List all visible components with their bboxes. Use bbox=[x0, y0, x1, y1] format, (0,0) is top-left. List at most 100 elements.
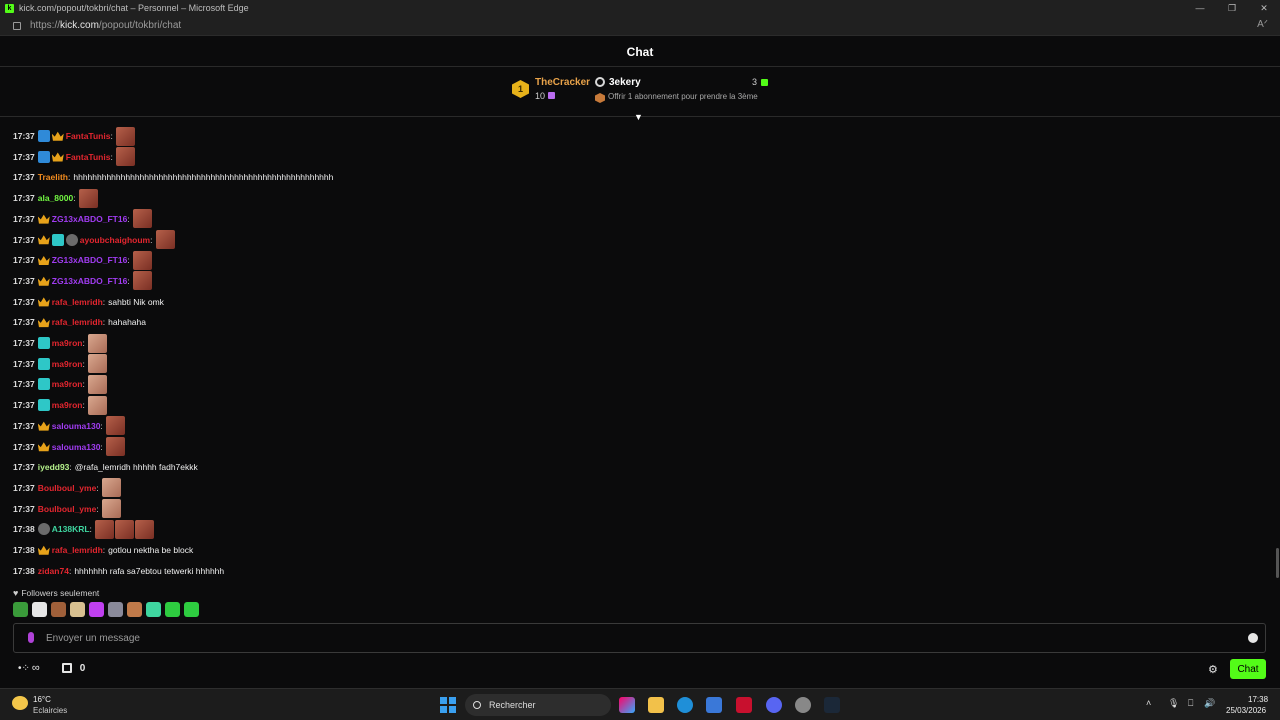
og-badge-icon[interactable] bbox=[37, 337, 50, 349]
kick-drops-icon[interactable]: •⁘ bbox=[18, 663, 30, 674]
quick-emote[interactable] bbox=[108, 602, 123, 617]
message-username[interactable]: rafa_lemridh bbox=[52, 317, 103, 327]
chat-message[interactable]: 17:37 ayoubchaighoum: bbox=[13, 230, 176, 250]
emoji-icon[interactable] bbox=[1248, 633, 1258, 643]
steam-icon[interactable] bbox=[824, 697, 840, 713]
clock-time[interactable]: 17:38 bbox=[1248, 695, 1268, 704]
address-bar[interactable]: https://kick.com/popout/tokbri/chat Aᐟ bbox=[0, 16, 1280, 36]
chat-message[interactable]: 17:38 zidan74: hhhhhhh rafa sa7ebtou tetwe… bbox=[13, 561, 224, 581]
crown-badge-icon[interactable] bbox=[37, 255, 50, 265]
chat-message-list[interactable]: 17:37 FantaTunis:17:37 FantaTunis:17:37 Tra… bbox=[0, 124, 1280, 584]
emote-image[interactable] bbox=[78, 188, 98, 208]
message-username[interactable]: Boulboul_yme bbox=[38, 483, 97, 493]
send-chat-button[interactable]: Chat bbox=[1230, 659, 1266, 679]
mic-icon[interactable] bbox=[28, 632, 34, 643]
chat-message[interactable]: 17:37 Traelith: hhhhhhhhhhhhhhhhhhhhhhhhhh… bbox=[13, 167, 333, 187]
message-username[interactable]: A138KRL bbox=[52, 524, 90, 534]
chat-message[interactable]: 17:37 iyedd93: @rafa_lemridh hhhhh fadh7ek… bbox=[13, 457, 198, 477]
chat-message[interactable]: 17:37 FantaTunis: bbox=[13, 126, 136, 146]
emote-image[interactable] bbox=[87, 395, 107, 415]
scrollbar[interactable] bbox=[1276, 548, 1279, 578]
message-username[interactable]: ma9ron bbox=[52, 400, 83, 410]
chat-message[interactable]: 17:38 A138KRL: bbox=[13, 519, 155, 539]
quick-emote-bar[interactable] bbox=[13, 602, 203, 617]
acrobat-icon[interactable] bbox=[736, 697, 752, 713]
close-icon[interactable]: ✕ bbox=[1248, 0, 1280, 16]
chat-message[interactable]: 17:37 Boulboul_yme: bbox=[13, 499, 122, 519]
message-username[interactable]: rafa_lemridh bbox=[52, 297, 103, 307]
emote-image[interactable] bbox=[155, 230, 175, 249]
crown-badge-icon[interactable] bbox=[37, 442, 50, 452]
emote-image[interactable] bbox=[87, 333, 107, 353]
chevron-up-icon[interactable]: ˄ bbox=[1146, 698, 1151, 708]
collapse-toggle-icon[interactable]: ▼ bbox=[634, 112, 643, 122]
crown-badge-icon[interactable] bbox=[37, 214, 50, 224]
emote-image[interactable] bbox=[132, 250, 152, 270]
chat-message[interactable]: 17:37 ZG13xABDO_FT16: bbox=[13, 250, 153, 270]
clock-date[interactable]: 25/03/2026 bbox=[1226, 706, 1266, 715]
leader-second-name[interactable]: 3ekery bbox=[609, 77, 641, 88]
leaderboard-hint[interactable]: Offrir 1 abonnement pour prendre la 3ème bbox=[608, 92, 758, 101]
message-username[interactable]: ZG13xABDO_FT16 bbox=[52, 276, 128, 286]
quick-emote[interactable] bbox=[70, 602, 85, 617]
og-badge-icon[interactable] bbox=[37, 357, 50, 370]
sub-badge-icon[interactable] bbox=[37, 130, 50, 142]
chat-message[interactable]: 17:37 FantaTunis: bbox=[13, 147, 136, 167]
emote-image[interactable] bbox=[134, 519, 154, 539]
message-username[interactable]: zidan74 bbox=[38, 566, 69, 576]
quick-emote[interactable] bbox=[127, 602, 142, 617]
crown-badge-icon[interactable] bbox=[51, 152, 64, 162]
message-username[interactable]: ZG13xABDO_FT16 bbox=[52, 255, 128, 265]
copilot-icon[interactable] bbox=[619, 697, 635, 713]
og-badge-icon[interactable] bbox=[51, 233, 64, 246]
crown-badge-icon[interactable] bbox=[37, 297, 50, 307]
read-aloud-icon[interactable]: Aᐟ bbox=[1257, 19, 1268, 30]
message-username[interactable]: ZG13xABDO_FT16 bbox=[52, 214, 128, 224]
message-username[interactable]: iyedd93 bbox=[38, 462, 70, 472]
chat-message[interactable]: 17:37 ZG13xABDO_FT16: bbox=[13, 209, 153, 229]
emote-image[interactable] bbox=[101, 478, 121, 498]
message-username[interactable]: Traelith bbox=[38, 172, 68, 182]
chrome-icon[interactable] bbox=[795, 697, 811, 713]
store-icon[interactable] bbox=[61, 663, 72, 673]
crown-badge-icon[interactable] bbox=[51, 131, 64, 141]
crown-badge-icon[interactable] bbox=[37, 276, 50, 286]
store-app-icon[interactable] bbox=[706, 697, 722, 713]
chat-message[interactable]: 17:37 ma9ron: bbox=[13, 374, 108, 394]
quick-emote[interactable] bbox=[32, 602, 47, 617]
lock-icon[interactable] bbox=[13, 21, 21, 30]
gear-icon[interactable]: ⚙ bbox=[1208, 663, 1218, 676]
chat-message[interactable]: 17:37 ma9ron: bbox=[13, 395, 108, 415]
minimize-icon[interactable]: — bbox=[1184, 0, 1216, 16]
chat-message[interactable]: 17:37 rafa_lemridh: sahbti Nik omk bbox=[13, 292, 164, 312]
taskbar-search[interactable]: Rechercher bbox=[465, 694, 611, 716]
crown-badge-icon[interactable] bbox=[37, 545, 50, 555]
message-username[interactable]: FantaTunis bbox=[66, 152, 111, 162]
emote-image[interactable] bbox=[94, 519, 114, 539]
og-badge-icon[interactable] bbox=[37, 378, 50, 391]
chat-message[interactable]: 17:37 Boulboul_yme: bbox=[13, 478, 122, 498]
emote-image[interactable] bbox=[132, 271, 152, 291]
quick-emote[interactable] bbox=[51, 602, 66, 617]
infinity-icon[interactable]: ∞ bbox=[32, 662, 40, 674]
chat-message[interactable]: 17:38 rafa_lemridh: gotlou nektha be block bbox=[13, 540, 193, 560]
quick-emote[interactable] bbox=[184, 602, 199, 617]
restore-icon[interactable]: ❐ bbox=[1216, 0, 1248, 16]
quick-emote[interactable] bbox=[146, 602, 161, 617]
chat-message[interactable]: 17:37 ma9ron: bbox=[13, 354, 108, 374]
leader-first-name[interactable]: TheCracker bbox=[535, 77, 590, 88]
message-username[interactable]: salouma130 bbox=[52, 421, 101, 431]
chat-message[interactable]: 17:37 ZG13xABDO_FT16: bbox=[13, 271, 153, 291]
quick-emote[interactable] bbox=[165, 602, 180, 617]
avatar-badge-icon[interactable] bbox=[65, 233, 78, 246]
file-explorer-icon[interactable] bbox=[648, 697, 664, 713]
discord-icon[interactable] bbox=[766, 697, 782, 713]
chat-message[interactable]: 17:37 ma9ron: bbox=[13, 333, 108, 353]
message-username[interactable]: rafa_lemridh bbox=[52, 545, 103, 555]
og-badge-icon[interactable] bbox=[37, 399, 50, 412]
emote-image[interactable] bbox=[132, 209, 152, 229]
crown-badge-icon[interactable] bbox=[37, 235, 50, 245]
emote-image[interactable] bbox=[115, 126, 135, 146]
start-icon[interactable] bbox=[440, 697, 456, 713]
crown-badge-icon[interactable] bbox=[37, 421, 50, 431]
